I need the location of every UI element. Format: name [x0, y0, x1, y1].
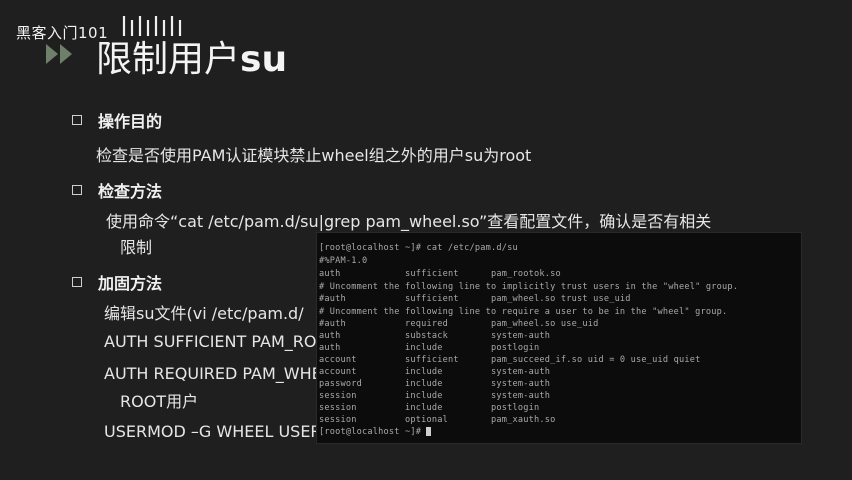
terminal-line: [root@localhost ~]# cat /etc/pam.d/su	[319, 243, 518, 253]
harden-text-line1: 编辑su文件(vi /etc/pam.d/	[104, 304, 304, 323]
harden-text-line3: AUTH REQUIRED PAM_WHEEL	[104, 364, 341, 383]
square-bullet-icon	[72, 277, 82, 287]
terminal-line: session include postlogin	[319, 403, 540, 413]
watermark: 黑客入门101	[16, 24, 109, 42]
terminal-line: # Uncomment the following line to implic…	[319, 282, 739, 292]
check-text-line2: 限制	[120, 238, 153, 257]
section-title: 加固方法	[98, 274, 163, 293]
terminal-line: password include system-auth	[319, 379, 551, 389]
terminal-line: account sufficient pam_succeed_if.so uid…	[319, 355, 701, 365]
purpose-text: 检查是否使用PAM认证模块禁止wheel组之外的用户su为root	[96, 146, 532, 165]
terminal-line: session optional pam_xauth.so	[319, 415, 556, 425]
section-harden: 加固方法	[72, 270, 162, 294]
terminal-line: #auth required pam_wheel.so use_uid	[319, 319, 599, 329]
square-bullet-icon	[72, 185, 82, 195]
terminal-line: account include system-auth	[319, 367, 551, 377]
page-title: 限制用户su	[96, 39, 288, 80]
terminal-prompt[interactable]: [root@localhost ~]#	[319, 427, 432, 437]
terminal-line: session include system-auth	[319, 391, 551, 401]
section-title: 操作目的	[98, 112, 163, 131]
harden-text-line5: USERMOD –G WHEEL USERNA	[104, 422, 345, 441]
terminal-line: auth include postlogin	[319, 343, 540, 353]
check-text-line1: 使用命令“cat /etc/pam.d/su|grep pam_wheel.so…	[106, 212, 712, 231]
double-arrow-icon	[46, 44, 72, 64]
terminal-line: #%PAM-1.0	[319, 256, 368, 266]
terminal-line: auth substack system-auth	[319, 331, 551, 341]
harden-text-line2: AUTH SUFFICIENT PAM_ROOTO	[104, 332, 352, 351]
section-title: 检查方法	[98, 182, 163, 201]
cursor-icon	[426, 427, 432, 436]
section-check: 检查方法	[72, 178, 162, 202]
terminal-line: #auth sufficient pam_wheel.so trust use_…	[319, 294, 631, 304]
terminal-line: auth sufficient pam_rootok.so	[319, 269, 561, 279]
square-bullet-icon	[72, 115, 82, 125]
section-purpose: 操作目的	[72, 108, 162, 132]
terminal-line: # Uncomment the following line to requir…	[319, 307, 728, 317]
terminal-window: [root@localhost ~]# cat /etc/pam.d/su #%…	[316, 232, 802, 444]
harden-text-line4: ROOT用户	[120, 392, 199, 411]
